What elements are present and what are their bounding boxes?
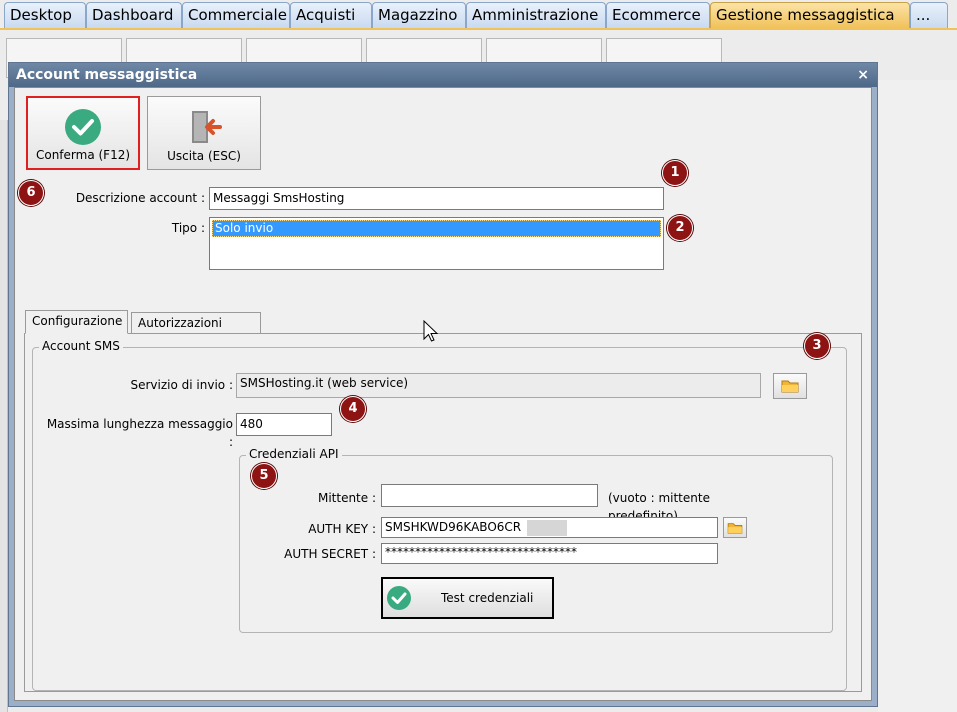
tipo-label: Tipo : — [171, 221, 205, 235]
dialog-titlebar: Account messaggistica — [9, 63, 877, 87]
dialog-title: Account messaggistica — [16, 67, 198, 83]
tab-commerciale[interactable]: Commerciale — [182, 2, 290, 28]
account-sms-title: Account SMS — [39, 339, 123, 353]
annotation-badge-2: 2 — [667, 215, 693, 241]
tipo-option-selected[interactable]: Solo invio — [212, 220, 661, 237]
auth-key-input[interactable]: SMSHKWD96KABO6CR — [381, 517, 718, 538]
check-icon — [387, 586, 411, 610]
annotation-badge-6: 6 — [18, 180, 44, 206]
tipo-listbox[interactable]: Solo invio — [209, 217, 664, 270]
tab-configurazione[interactable]: Configurazione — [25, 310, 128, 334]
configurazione-page: Account SMS Servizio di invio : SMSHosti… — [24, 333, 862, 692]
folder-icon — [781, 380, 799, 393]
annotation-badge-3: 3 — [804, 333, 830, 359]
tab-gestione-messaggistica[interactable]: Gestione messaggistica — [710, 2, 910, 28]
close-icon[interactable]: × — [857, 63, 869, 87]
tab-more[interactable]: ... — [910, 2, 948, 28]
exit-button[interactable]: Uscita (ESC) — [147, 96, 261, 170]
auth-secret-input[interactable]: ******************************** — [381, 543, 718, 564]
annotation-badge-5: 5 — [251, 463, 277, 489]
dialog-client-area: Conferma (F12) Uscita (ESC) Descrizione … — [14, 87, 872, 701]
confirm-button-label: Conferma (F12) — [35, 148, 131, 162]
lunghezza-input[interactable]: 480 — [236, 413, 332, 436]
credenziali-api-title: Credenziali API — [246, 447, 342, 461]
auth-key-browse-button[interactable] — [723, 517, 747, 538]
credenziali-api-group: Credenziali API Mittente : (vuoto : mitt… — [239, 447, 833, 633]
servizio-input: SMSHosting.it (web service) — [236, 373, 761, 398]
tab-autorizzazioni-utenti[interactable]: Autorizzazioni utenti — [131, 312, 261, 350]
descrizione-input[interactable]: Messaggi SmsHosting — [209, 187, 664, 210]
annotation-badge-4: 4 — [340, 396, 366, 422]
tab-magazzino[interactable]: Magazzino — [372, 2, 466, 28]
confirm-button[interactable]: Conferma (F12) — [26, 96, 140, 170]
check-icon — [65, 109, 101, 145]
tab-ecommerce[interactable]: Ecommerce — [606, 2, 710, 28]
folder-icon — [727, 522, 743, 534]
tab-amministrazione[interactable]: Amministrazione — [466, 2, 606, 28]
mittente-input[interactable] — [381, 484, 598, 507]
servizio-browse-button[interactable] — [773, 373, 807, 399]
test-credenziali-button[interactable]: Test credenziali — [381, 577, 554, 619]
test-credenziali-label: Test credenziali — [441, 591, 534, 605]
servizio-label: Servizio di invio : — [130, 378, 234, 392]
descrizione-label: Descrizione account : — [75, 191, 205, 205]
tab-desktop[interactable]: Desktop — [4, 2, 86, 28]
background-right-panel — [878, 80, 957, 712]
tab-strip-line — [0, 28, 957, 30]
auth-key-label: AUTH KEY : — [308, 522, 376, 536]
auth-key-redaction — [526, 519, 567, 536]
auth-secret-label: AUTH SECRET : — [284, 547, 376, 561]
tab-dashboard[interactable]: Dashboard — [86, 2, 182, 28]
tab-acquisti[interactable]: Acquisti — [290, 2, 372, 28]
account-sms-group: Account SMS Servizio di invio : SMSHosti… — [32, 339, 847, 691]
exit-button-label: Uscita (ESC) — [167, 149, 241, 163]
background-left-panel — [0, 120, 8, 712]
account-dialog: Account messaggistica × Conferma (F12) U… — [8, 62, 878, 707]
lunghezza-label: Massima lunghezza messaggio : — [46, 417, 233, 449]
annotation-badge-1: 1 — [662, 160, 688, 186]
exit-door-icon — [192, 111, 222, 143]
mittente-label: Mittente : — [317, 491, 376, 505]
mouse-cursor-icon — [423, 320, 439, 342]
auth-key-value: SMSHKWD96KABO6CR — [385, 520, 522, 534]
